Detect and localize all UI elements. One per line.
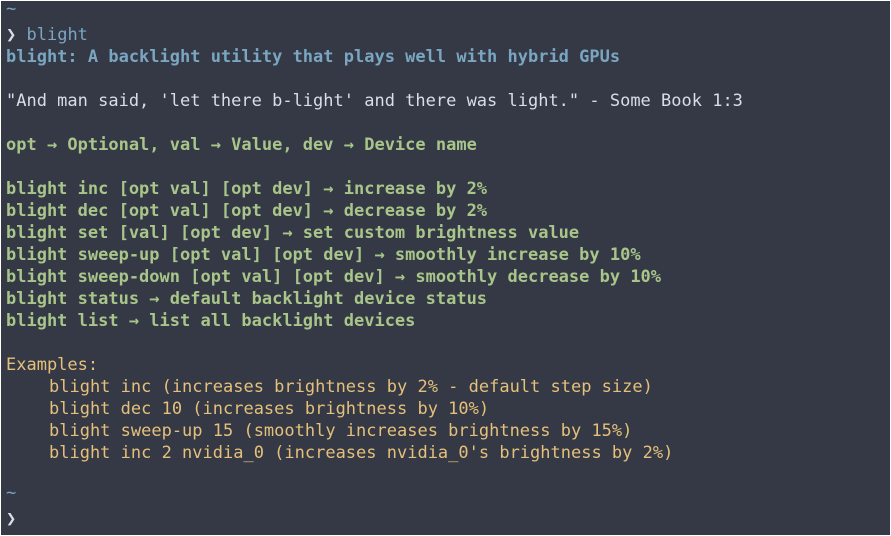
usage-line: blight dec [opt val] [opt dev] → decreas… [6,201,488,221]
usage-line: blight inc [opt val] [opt dev] → increas… [6,179,488,199]
example-line: blight inc 2 nvidia_0 (increases nvidia_… [49,443,674,463]
prompt-cwd-tilde-final: ~ [6,483,17,503]
terminal-window[interactable]: ~ ❯ blight blight: A backlight utility t… [1,1,890,535]
usage-line: blight sweep-down [opt val] [opt dev] → … [6,267,662,287]
usage-line: blight sweep-up [opt val] [opt dev] → sm… [6,245,641,265]
usage-line: blight status → default backlight device… [6,289,488,309]
prompt-cwd-tilde: ~ [6,1,17,19]
usage-line: blight list → list all backlight devices [6,311,416,331]
examples-label: Examples: [6,355,99,375]
prompt-arrow-icon: ❯ [6,25,17,45]
output-legend: opt → Optional, val → Value, dev → Devic… [6,135,477,155]
prompt-line-final[interactable]: ❯ [6,508,890,530]
example-line: blight inc (increases brightness by 2% -… [49,377,653,397]
prompt-line: ❯ blight [6,24,890,46]
example-line: blight sweep-up 15 (smoothly increases b… [49,421,633,441]
usage-line: blight set [val] [opt dev] → set custom … [6,223,580,243]
example-line: blight dec 10 (increases brightness by 1… [49,399,490,419]
prompt-arrow-icon: ❯ [6,509,17,529]
entered-command: blight [26,25,88,45]
output-quote: "And man said, 'let there b-light' and t… [6,91,743,111]
output-title: blight: A backlight utility that plays w… [6,47,621,67]
